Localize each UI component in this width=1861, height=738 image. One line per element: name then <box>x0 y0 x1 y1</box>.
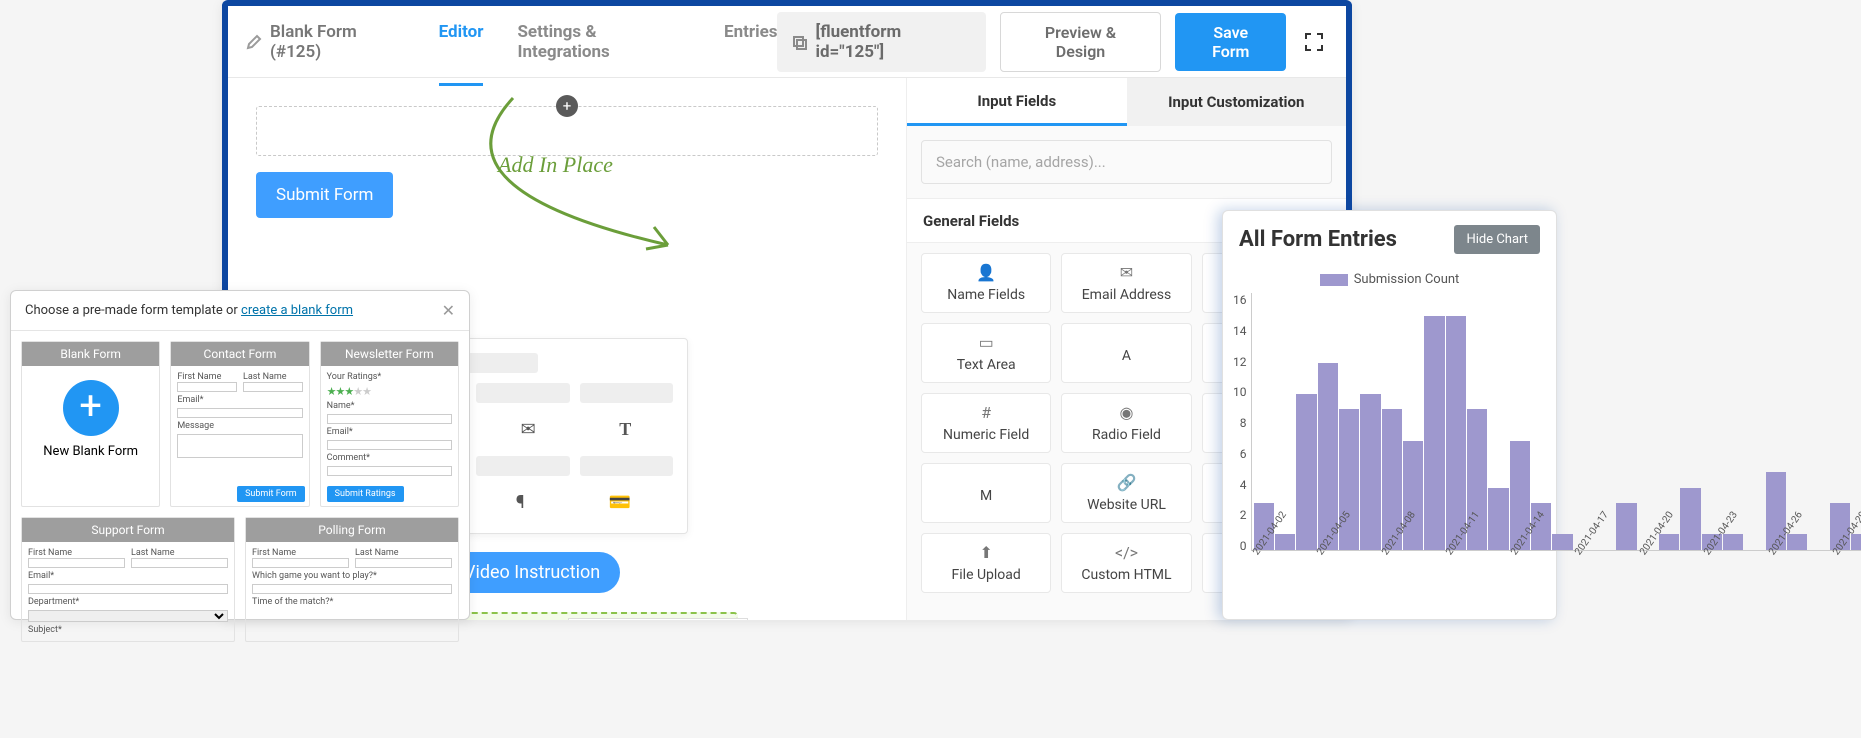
tab-settings[interactable]: Settings & Integrations <box>517 0 690 86</box>
create-blank-link[interactable]: create a blank form <box>241 303 353 318</box>
field-tile-radio-field[interactable]: ◉ Radio Field <box>1061 393 1191 453</box>
template-chooser-modal: Choose a pre-made form template or creat… <box>10 290 470 620</box>
template-polling-form[interactable]: Polling Form First NameLast Name Which g… <box>245 517 459 642</box>
paragraph-icon: ¶ <box>516 492 525 513</box>
field-tile-website-url[interactable]: 🔗 Website URL <box>1061 463 1191 523</box>
field-tile-file-upload[interactable]: ⬆ File Upload <box>921 533 1051 593</box>
chart-bar <box>1296 394 1316 550</box>
hash-icon: # <box>981 403 991 422</box>
editor-tabs: Editor Settings & Integrations Entries <box>439 0 778 86</box>
template-prompt: Choose a pre-made form template or creat… <box>25 303 353 318</box>
template-title: Contact Form <box>171 342 308 366</box>
hide-chart-button[interactable]: Hide Chart <box>1454 225 1540 254</box>
field-tile-m[interactable]: M <box>921 463 1051 523</box>
template-submit-btn: Submit Ratings <box>327 486 404 502</box>
field-tile-email-address[interactable]: ✉ Email Address <box>1061 253 1191 313</box>
grey-placeholder <box>568 618 748 620</box>
template-support-form[interactable]: Support Form First NameLast Name Email* … <box>21 517 235 642</box>
field-tile-label: Text Area <box>957 357 1016 373</box>
chart-bar <box>1424 316 1444 550</box>
template-title: Polling Form <box>246 518 458 542</box>
mail-icon: ✉ <box>1120 263 1133 282</box>
template-contact-form[interactable]: Contact Form First NameLast Name Email* … <box>170 341 309 507</box>
field-tile-label: Radio Field <box>1092 427 1161 443</box>
search-fields-input[interactable]: Search (name, address)... <box>921 140 1332 184</box>
field-tile-label: Name Fields <box>947 287 1025 303</box>
field-tile-label: M <box>980 488 992 504</box>
copy-icon <box>791 34 807 50</box>
entries-title: All Form Entries <box>1239 227 1397 252</box>
star-rating: ★★★★★ <box>327 385 452 398</box>
entries-chart-panel: All Form Entries Hide Chart Submission C… <box>1222 210 1557 620</box>
chart-legend: Submission Count <box>1233 272 1546 287</box>
save-form-button[interactable]: Save Form <box>1175 13 1286 71</box>
tab-editor[interactable]: Editor <box>439 0 484 86</box>
template-title: Newsletter Form <box>321 342 458 366</box>
code-icon: </> <box>1115 543 1138 562</box>
radio-icon: ◉ <box>1120 403 1134 422</box>
user-icon: 👤 <box>976 263 996 282</box>
field-tile-label: Website URL <box>1087 497 1166 513</box>
link-icon: 🔗 <box>1117 473 1137 492</box>
template-title: Blank Form <box>22 342 159 366</box>
chart-bar <box>1360 394 1380 550</box>
mail-icon: ✉ <box>521 419 536 440</box>
field-tile-label: Numeric Field <box>943 427 1029 443</box>
field-tile-name-fields[interactable]: 👤 Name Fields <box>921 253 1051 313</box>
tab-entries[interactable]: Entries <box>724 0 777 86</box>
field-tile-label: A <box>1122 348 1131 364</box>
form-title: Blank Form (#125) <box>270 22 411 62</box>
text-icon: T <box>619 419 631 440</box>
chart-y-axis: 1614121086420 <box>1233 293 1251 553</box>
editor-topbar: Blank Form (#125) Editor Settings & Inte… <box>228 6 1346 78</box>
video-btn-label: Video Instruction <box>464 562 600 583</box>
credit-card-icon: 💳 <box>609 492 631 513</box>
sidebar-tab-customization[interactable]: Input Customization <box>1127 78 1347 126</box>
template-submit-btn: Submit Form <box>237 486 305 502</box>
field-tile-label: Custom HTML <box>1081 567 1171 583</box>
template-cta: New Blank Form <box>22 444 159 469</box>
upload-icon: ⬆ <box>979 543 992 562</box>
field-tile-label: Email Address <box>1082 287 1172 303</box>
field-tile-custom-html[interactable]: </> Custom HTML <box>1061 533 1191 593</box>
legend-label: Submission Count <box>1354 272 1460 287</box>
template-prompt-pre: Choose a pre-made form template or <box>25 303 241 318</box>
field-tile-numeric-field[interactable]: # Numeric Field <box>921 393 1051 453</box>
template-newsletter-form[interactable]: Newsletter Form Your Ratings* ★★★★★ Name… <box>320 341 459 507</box>
sidebar-tab-input-fields[interactable]: Input Fields <box>907 78 1127 126</box>
add-field-button[interactable]: + <box>556 95 578 117</box>
template-blank-form[interactable]: Blank Form + New Blank Form <box>21 341 160 507</box>
field-tile-a[interactable]: A <box>1061 323 1191 383</box>
shortcode-display[interactable]: [fluentform id="125"] <box>777 12 985 72</box>
textarea-icon: ▭ <box>979 333 994 352</box>
field-tile-text-area[interactable]: ▭ Text Area <box>921 323 1051 383</box>
fullscreen-icon[interactable] <box>1300 28 1328 56</box>
preview-design-button[interactable]: Preview & Design <box>1000 12 1161 72</box>
section-label: General Fields <box>923 212 1019 230</box>
field-tile-label: File Upload <box>952 567 1021 583</box>
drop-zone[interactable]: + <box>256 106 878 156</box>
pencil-icon <box>246 34 262 50</box>
chart-bar <box>1446 316 1466 550</box>
plus-icon: + <box>63 380 119 436</box>
template-title: Support Form <box>22 518 234 542</box>
chart-x-axis: 2021-04-022021-04-052021-04-082021-04-11… <box>1251 553 1861 573</box>
shortcode-text: [fluentform id="125"] <box>815 22 971 62</box>
close-icon[interactable]: ✕ <box>442 301 455 320</box>
submit-form-button[interactable]: Submit Form <box>256 172 393 218</box>
